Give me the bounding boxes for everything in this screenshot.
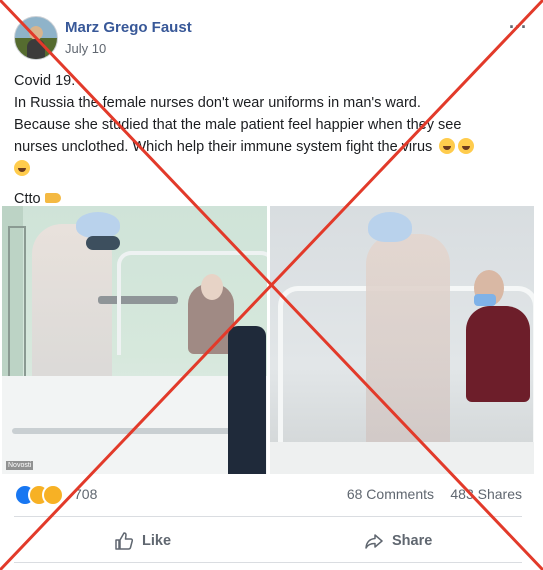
post-date[interactable]: July 10: [65, 41, 106, 56]
patient-figure: [466, 306, 530, 402]
post-text-line-with-emoji: nurses unclothed. Which help their immun…: [14, 136, 534, 158]
actions-divider: [14, 516, 522, 517]
standing-person: [228, 326, 266, 474]
pointing-hand-emoji-icon: [44, 193, 61, 203]
share-arrow-icon: [365, 534, 383, 549]
facebook-post: Marz Grego Faust July 10 ... Covid 19: I…: [0, 0, 543, 570]
like-label: Like: [142, 533, 172, 549]
post-text: Covid 19: In Russia the female nurses do…: [14, 70, 534, 210]
post-bottom-border: [14, 562, 522, 563]
share-button[interactable]: Share: [364, 528, 432, 554]
post-photo-right[interactable]: [270, 206, 534, 474]
face-mask: [474, 294, 496, 306]
window-frame: [8, 226, 26, 380]
like-button[interactable]: Like: [114, 528, 171, 554]
ctto-text: Ctto: [14, 191, 41, 207]
bed: [270, 442, 534, 474]
emoji-line: [14, 158, 534, 180]
thumbs-up-icon: [115, 532, 134, 550]
shares-count[interactable]: 483 Shares: [450, 486, 522, 502]
post-photo-left[interactable]: Novosti: [2, 206, 267, 474]
nurse-cap: [76, 212, 120, 238]
laughing-emoji-icon: [439, 138, 456, 154]
nurse-cap: [368, 212, 412, 242]
reaction-count[interactable]: 708: [74, 486, 97, 502]
laughing-emoji-icon: [458, 138, 475, 154]
nurse-figure: [366, 234, 450, 470]
wow-reaction-icon: [42, 484, 64, 506]
laughing-emoji-icon: [14, 160, 30, 176]
post-text-line: In Russia the female nurses don't wear u…: [14, 95, 421, 111]
post-text-line: Because she studied that the male patien…: [14, 117, 462, 133]
comments-count[interactable]: 68 Comments: [347, 486, 434, 502]
nurse-goggles: [86, 236, 120, 250]
author-name[interactable]: Marz Grego Faust: [65, 19, 192, 36]
engagement-stats: 708 68 Comments 483 Shares: [14, 484, 522, 506]
post-text-line: nurses unclothed. Which help their immun…: [14, 139, 433, 155]
photo-watermark: Novosti: [6, 461, 34, 470]
bed-rail: [12, 428, 262, 434]
post-text-line: Covid 19:: [14, 73, 76, 89]
more-options-icon[interactable]: ...: [509, 12, 527, 33]
avatar-figure: [27, 39, 45, 59]
share-label: Share: [392, 533, 433, 549]
author-avatar[interactable]: [14, 16, 58, 60]
patient-head: [201, 274, 223, 300]
